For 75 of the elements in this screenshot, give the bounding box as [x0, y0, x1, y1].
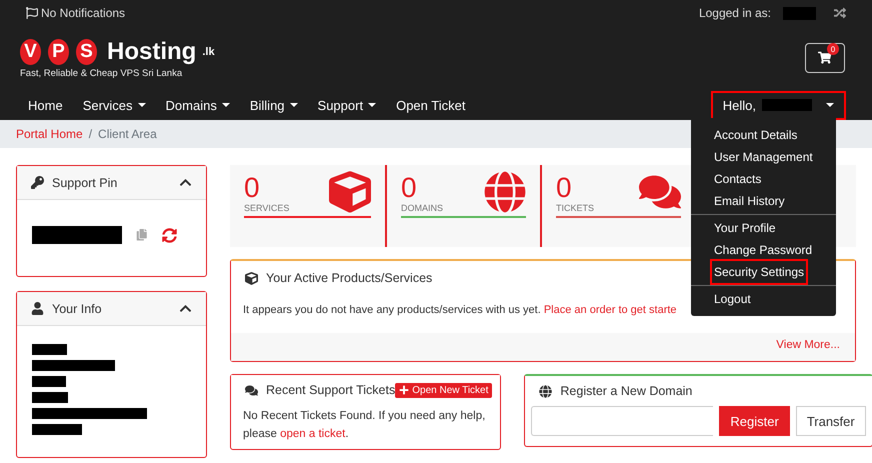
cube-icon: [329, 171, 371, 213]
panel-title: Your Active Products/Services: [266, 271, 432, 285]
menu-item[interactable]: Security Settings: [712, 261, 806, 283]
redaction-block: [783, 6, 816, 20]
user-icon: [31, 302, 44, 315]
redaction-block: [32, 344, 67, 355]
breadcrumb-link[interactable]: Portal Home: [16, 127, 83, 141]
nav-item[interactable]: Domains: [158, 98, 238, 112]
logged-in-label: Logged in as:: [698, 6, 771, 20]
shuffle-icon[interactable]: [834, 7, 846, 19]
stat-count: 0: [401, 173, 417, 203]
view-more-link[interactable]: View More...: [776, 339, 840, 351]
stat-label: DOMAINS: [401, 203, 444, 215]
redaction-block: [32, 424, 82, 435]
logo-letter: P: [48, 38, 69, 64]
stat-tile[interactable]: 0 DOMAINS: [385, 165, 540, 247]
caret-icon: [368, 103, 376, 107]
redaction-block: [32, 392, 68, 403]
menu-item[interactable]: Contacts: [712, 168, 764, 190]
stat-tile[interactable]: 0 SERVICES: [230, 165, 385, 247]
menu-item[interactable]: Logout: [712, 288, 753, 310]
stat-tile[interactable]: 0 TICKETS: [540, 165, 695, 247]
nav-item[interactable]: Services: [74, 98, 154, 112]
menu-item[interactable]: Email History: [712, 190, 787, 212]
cart-icon: [818, 51, 832, 65]
menu-item[interactable]: Account Details: [712, 124, 800, 146]
logo-tagline: Fast, Reliable & Cheap VPS Sri Lanka: [20, 68, 184, 78]
nav-item[interactable]: Billing: [242, 98, 306, 112]
collapse-icon[interactable]: [179, 302, 192, 315]
logo-letter: S: [76, 38, 97, 64]
nav-item[interactable]: Support: [310, 98, 384, 112]
open-new-ticket-button[interactable]: Open New Ticket: [395, 382, 492, 398]
nav-item[interactable]: Open Ticket: [388, 98, 474, 112]
menu-item[interactable]: User Management: [712, 146, 815, 168]
panel-title: Recent Support Tickets: [266, 383, 396, 397]
caret-icon: [290, 103, 298, 107]
stat-label: TICKETS: [556, 203, 596, 215]
logo-suffix: .lk: [202, 46, 215, 58]
nav-item[interactable]: Home: [20, 98, 71, 112]
order-link[interactable]: Place an order to get starte: [544, 304, 677, 316]
caret-icon: [222, 103, 230, 107]
current-page-label: Client Area: [98, 127, 157, 141]
chat-bubbles-icon: [245, 384, 258, 396]
globe-icon: [484, 171, 526, 213]
panel-title: Register a New Domain: [560, 384, 692, 398]
flag-icon: [26, 7, 38, 19]
notifications-link[interactable]: No Notifications: [41, 6, 126, 20]
open-ticket-link[interactable]: open a ticket: [280, 428, 346, 440]
caret-icon: [138, 103, 146, 107]
register-button[interactable]: Register: [719, 406, 790, 436]
menu-item[interactable]: Change Password: [712, 239, 814, 261]
plus-icon: [399, 385, 410, 395]
refresh-icon[interactable]: [162, 228, 176, 242]
panel-title: Your Info: [52, 302, 102, 316]
redaction-block: [32, 376, 66, 387]
stat-count: 0: [244, 173, 260, 203]
breadcrumb-separator: /: [88, 127, 92, 141]
cube-icon: [245, 272, 258, 284]
key-icon: [31, 176, 44, 189]
cart-count: 0: [827, 43, 839, 55]
logo-word: Hosting: [107, 38, 196, 66]
domain-input-field[interactable]: [531, 406, 714, 436]
globe-icon: [539, 384, 552, 398]
panel-text: It appears you do not have any products/services with us yet. Place an order to get starte: [243, 304, 677, 316]
panel-title: Support Pin: [52, 176, 118, 190]
transfer-button[interactable]: Transfer: [796, 406, 866, 436]
greeting: Hello,: [722, 98, 756, 112]
logo-letter: V: [20, 38, 41, 64]
cart-button[interactable]: 0: [805, 43, 845, 73]
collapse-icon[interactable]: [179, 176, 192, 189]
stat-label: SERVICES: [244, 203, 290, 215]
panel-text: No Recent Tickets Found. If you need any help, please open a ticket.: [243, 410, 486, 440]
stat-count: 0: [556, 173, 572, 203]
menu-item[interactable]: Your Profile: [712, 217, 778, 239]
redaction-block: [762, 99, 812, 111]
